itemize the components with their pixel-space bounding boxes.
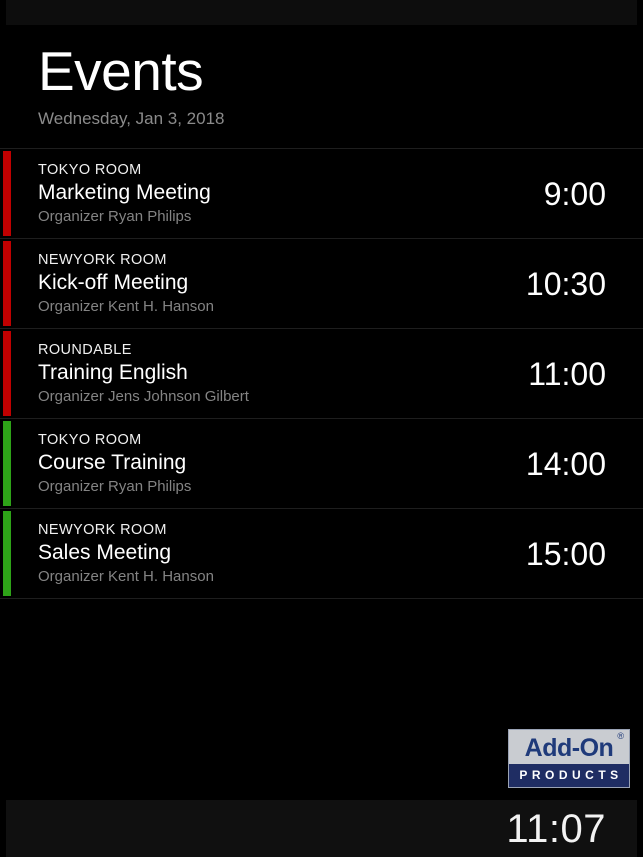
clock-bar: 11:07	[6, 800, 637, 857]
header: Events Wednesday, Jan 3, 2018	[0, 25, 643, 148]
logo-area: Add-On ® PRODUCTS	[0, 729, 643, 800]
table-row[interactable]: NEWYORK ROOM Kick-off Meeting Organizer …	[0, 239, 643, 329]
event-room: ROUNDABLE	[38, 342, 132, 358]
event-info: TOKYO ROOM Course Training Organizer Rya…	[38, 431, 526, 496]
page-date: Wednesday, Jan 3, 2018	[38, 109, 225, 128]
event-room: TOKYO ROOM	[38, 432, 142, 448]
logo-subtitle-panel: PRODUCTS	[509, 764, 629, 787]
event-time: 11:00	[528, 355, 606, 392]
event-info: NEWYORK ROOM Sales Meeting Organizer Ken…	[38, 521, 526, 586]
event-room: NEWYORK ROOM	[38, 522, 167, 538]
event-room: TOKYO ROOM	[38, 162, 142, 178]
table-row[interactable]: TOKYO ROOM Course Training Organizer Rya…	[0, 419, 643, 509]
status-bar	[6, 0, 637, 25]
event-title: Sales Meeting	[38, 541, 172, 564]
status-badge	[3, 511, 11, 596]
event-list: TOKYO ROOM Marketing Meeting Organizer R…	[0, 148, 643, 599]
event-title: Course Training	[38, 451, 187, 474]
event-info: TOKYO ROOM Marketing Meeting Organizer R…	[38, 161, 544, 226]
event-info: NEWYORK ROOM Kick-off Meeting Organizer …	[38, 251, 526, 316]
events-screen: Events Wednesday, Jan 3, 2018 TOKYO ROOM…	[0, 0, 643, 857]
event-title: Marketing Meeting	[38, 181, 211, 204]
status-badge	[3, 331, 11, 416]
event-info: ROUNDABLE Training English Organizer Jen…	[38, 341, 528, 406]
status-badge	[3, 421, 11, 506]
event-organizer: Organizer Kent H. Hanson	[38, 568, 214, 585]
event-time: 9:00	[543, 175, 606, 212]
brand-logo: Add-On ® PRODUCTS	[508, 729, 630, 788]
table-row[interactable]: TOKYO ROOM Marketing Meeting Organizer R…	[0, 149, 643, 239]
page-title: Events	[38, 40, 204, 102]
logo-wordmark-panel: Add-On ®	[509, 730, 629, 764]
event-organizer: Organizer Ryan Philips	[38, 478, 192, 495]
status-badge	[3, 151, 11, 236]
table-row[interactable]: NEWYORK ROOM Sales Meeting Organizer Ken…	[0, 509, 643, 599]
event-time: 15:00	[525, 535, 606, 572]
status-badge	[3, 241, 11, 326]
event-organizer: Organizer Kent H. Hanson	[38, 298, 214, 315]
event-title: Training English	[38, 361, 188, 384]
registered-trademark-icon: ®	[617, 731, 624, 741]
event-room: NEWYORK ROOM	[38, 252, 167, 268]
event-time: 14:00	[525, 445, 606, 482]
empty-area	[0, 599, 643, 729]
clock-time: 11:07	[506, 806, 606, 851]
logo-wordmark: Add-On	[524, 734, 614, 762]
event-organizer: Organizer Ryan Philips	[38, 208, 192, 225]
event-title: Kick-off Meeting	[38, 271, 189, 294]
logo-subtitle: PRODUCTS	[519, 768, 623, 782]
event-organizer: Organizer Jens Johnson Gilbert	[38, 388, 249, 405]
table-row[interactable]: ROUNDABLE Training English Organizer Jen…	[0, 329, 643, 419]
event-time: 10:30	[525, 265, 606, 302]
